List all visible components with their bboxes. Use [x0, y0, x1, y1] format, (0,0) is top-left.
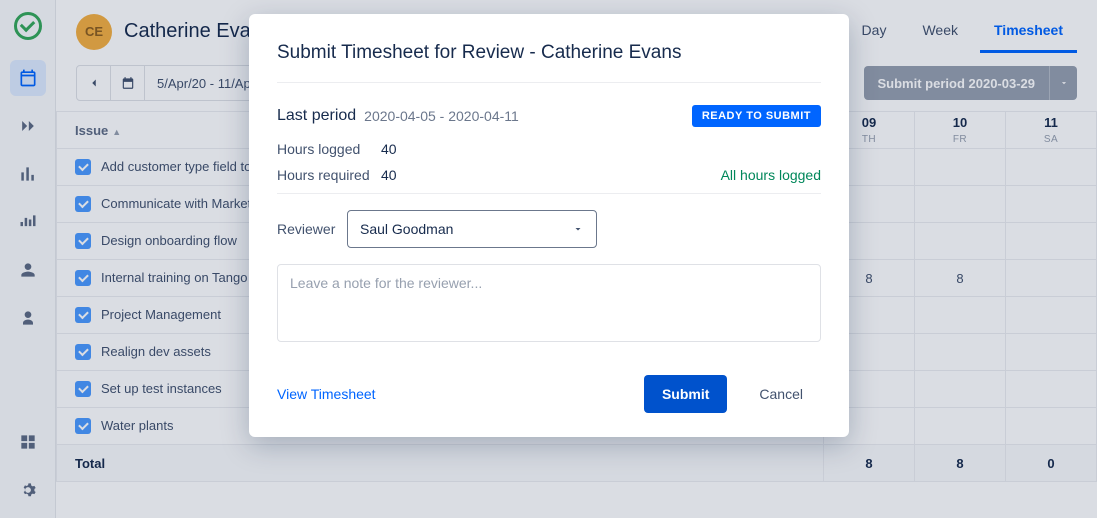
dialog-title: Submit Timesheet for Review - Catherine … [277, 42, 821, 64]
hours-status: All hours logged [721, 167, 821, 183]
reviewer-note-input[interactable] [277, 264, 821, 342]
submit-dialog: Submit Timesheet for Review - Catherine … [249, 14, 849, 437]
status-badge: READY TO SUBMIT [692, 105, 821, 127]
cancel-button[interactable]: Cancel [741, 375, 821, 413]
hours-required-label: Hours required [277, 167, 381, 183]
submit-button[interactable]: Submit [644, 375, 727, 413]
reviewer-select[interactable]: Saul Goodman [347, 210, 597, 248]
hours-logged-value: 40 [381, 141, 397, 157]
reviewer-value: Saul Goodman [360, 221, 453, 237]
hours-required-value: 40 [381, 167, 397, 183]
hours-logged-label: Hours logged [277, 141, 381, 157]
last-period-label: Last period [277, 107, 356, 125]
view-timesheet-link[interactable]: View Timesheet [277, 386, 376, 402]
chevron-down-icon [572, 223, 584, 235]
period-range: 2020-04-05 - 2020-04-11 [364, 108, 519, 124]
reviewer-label: Reviewer [277, 221, 335, 237]
